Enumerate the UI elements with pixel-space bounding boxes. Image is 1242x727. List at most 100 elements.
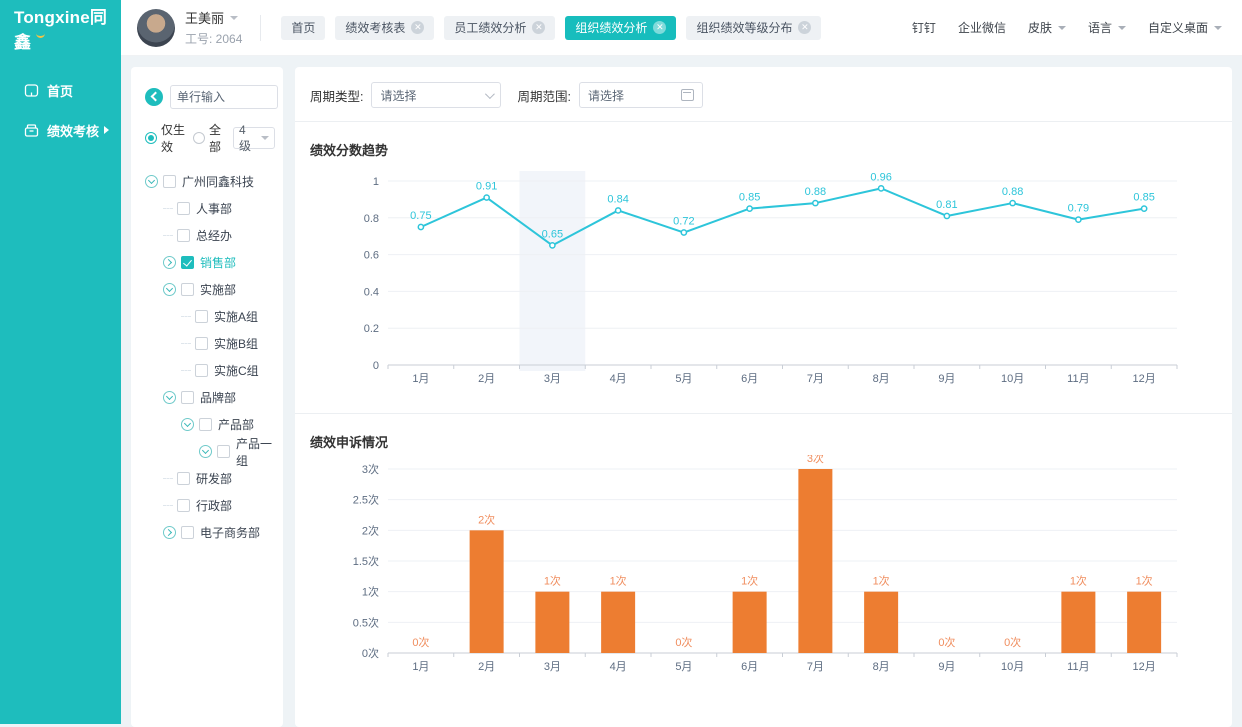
svg-text:10月: 10月 [1001, 661, 1024, 673]
checkbox[interactable] [163, 175, 176, 188]
score-trend-title: 绩效分数趋势 [310, 140, 1212, 159]
checkbox[interactable] [195, 364, 208, 377]
tree-item-label: 实施部 [200, 281, 236, 298]
checkbox[interactable] [177, 229, 190, 242]
tree-item[interactable]: 电子商务部 [131, 522, 283, 543]
user-avatar[interactable] [137, 9, 175, 47]
top-header: 王美丽 工号: 2064 首页 绩效考核表 ✕ 员工绩效分析 ✕ 组织绩效分析 … [121, 0, 1242, 56]
tree-item-selected[interactable]: 销售部 [131, 252, 283, 273]
employee-id: 工号: 2064 [185, 30, 242, 47]
close-icon[interactable]: ✕ [653, 21, 666, 34]
checkbox[interactable] [177, 472, 190, 485]
checkbox[interactable] [181, 526, 194, 539]
tree-item[interactable]: 实施A组 [131, 306, 283, 327]
tree-item[interactable]: 实施B组 [131, 333, 283, 354]
close-icon[interactable]: ✕ [532, 21, 545, 34]
svg-text:12月: 12月 [1133, 661, 1156, 673]
checkbox[interactable] [177, 499, 190, 512]
svg-text:2次: 2次 [362, 523, 379, 537]
tab-label: 员工绩效分析 [454, 19, 526, 36]
user-block[interactable]: 王美丽 工号: 2064 [121, 8, 260, 47]
svg-text:0: 0 [373, 360, 379, 372]
checkbox[interactable] [195, 337, 208, 350]
expand-icon[interactable] [145, 175, 158, 188]
tree-item[interactable]: 行政部 [131, 495, 283, 516]
tree-item[interactable]: 广州同鑫科技 [131, 171, 283, 192]
tree-item[interactable]: 产品部 [131, 414, 283, 435]
expand-icon[interactable] [181, 418, 194, 431]
tree-item-label: 实施C组 [214, 362, 259, 379]
collapse-panel-button[interactable] [145, 88, 163, 106]
svg-text:9月: 9月 [938, 661, 955, 673]
close-icon[interactable]: ✕ [798, 21, 811, 34]
cycle-range-picker[interactable]: 请选择 [579, 82, 703, 108]
action-wecom[interactable]: 企业微信 [958, 19, 1006, 36]
checkbox[interactable] [199, 418, 212, 431]
svg-text:3月: 3月 [544, 373, 561, 385]
action-language[interactable]: 语言 [1088, 19, 1126, 36]
expand-icon[interactable] [163, 283, 176, 296]
svg-text:0次: 0次 [1004, 635, 1021, 649]
tree-item[interactable]: 产品一组 [131, 441, 283, 462]
tree-search-input[interactable] [170, 85, 278, 109]
radio-active-only[interactable] [145, 132, 157, 144]
checkbox[interactable] [181, 391, 194, 404]
svg-text:4月: 4月 [610, 661, 627, 673]
chevron-down-icon [261, 136, 269, 140]
tab-home[interactable]: 首页 [281, 16, 325, 40]
expand-icon[interactable] [163, 256, 176, 269]
checkbox[interactable] [177, 202, 190, 215]
expand-icon[interactable] [163, 526, 176, 539]
svg-text:0.8: 0.8 [364, 213, 379, 225]
tree-item[interactable]: 实施C组 [131, 360, 283, 381]
svg-text:4月: 4月 [610, 373, 627, 385]
radio-label: 全部 [209, 121, 225, 155]
tab-label: 组织绩效分析 [575, 19, 647, 36]
tree-item[interactable]: 总经办 [131, 225, 283, 246]
appeal-bar-chart[interactable]: 0次0.5次1次1.5次2次2.5次3次1月2月3月4月5月6月7月8月9月10… [310, 455, 1210, 690]
tree-item-label: 产品一组 [236, 435, 283, 469]
sidebar-item-home[interactable]: 首页 [0, 70, 121, 110]
close-icon[interactable]: ✕ [411, 21, 424, 34]
expand-icon[interactable] [199, 445, 212, 458]
tab-org-analysis[interactable]: 组织绩效分析 ✕ [565, 16, 676, 40]
sidebar-item-label: 首页 [47, 81, 73, 100]
tree-item[interactable]: 人事部 [131, 198, 283, 219]
svg-text:0.88: 0.88 [1002, 186, 1023, 198]
svg-text:0次: 0次 [412, 635, 429, 649]
tree-item[interactable]: 研发部 [131, 468, 283, 489]
sidebar-item-label: 绩效考核 [47, 121, 99, 140]
radio-all[interactable] [193, 132, 205, 144]
tab-employee-analysis[interactable]: 员工绩效分析 ✕ [444, 16, 555, 40]
action-skin[interactable]: 皮肤 [1028, 19, 1066, 36]
action-dingtalk[interactable]: 钉钉 [912, 19, 936, 36]
svg-text:1次: 1次 [741, 574, 758, 588]
tree-item[interactable]: 实施部 [131, 279, 283, 300]
svg-text:1月: 1月 [412, 661, 429, 673]
svg-text:12月: 12月 [1133, 373, 1156, 385]
svg-text:5月: 5月 [675, 661, 692, 673]
chevron-down-icon [1058, 26, 1066, 30]
org-tree: 广州同鑫科技 人事部 总经办 销售部 实施部 实施A组 [131, 171, 283, 543]
action-custom-desktop[interactable]: 自定义桌面 [1148, 19, 1222, 36]
checkbox[interactable] [217, 445, 230, 458]
level-select[interactable]: 4级 [233, 127, 275, 149]
tab-org-grade-distribution[interactable]: 组织绩效等级分布 ✕ [686, 16, 821, 40]
app-logo[interactable]: Tongxine同鑫 [0, 0, 121, 56]
expand-icon[interactable] [163, 391, 176, 404]
svg-text:0.84: 0.84 [607, 193, 628, 205]
cycle-type-select[interactable]: 请选择 [371, 82, 501, 108]
sidebar-item-performance[interactable]: 绩效考核 [0, 110, 121, 150]
checkbox-checked[interactable] [181, 256, 194, 269]
checkbox[interactable] [195, 310, 208, 323]
tab-assessment-form[interactable]: 绩效考核表 ✕ [335, 16, 434, 40]
tree-item-label: 品牌部 [200, 389, 236, 406]
score-trend-line-chart[interactable]: 00.20.40.60.811月2月3月4月5月6月7月8月9月10月11月12… [310, 163, 1210, 399]
svg-text:1次: 1次 [362, 585, 379, 599]
tree-item[interactable]: 品牌部 [131, 387, 283, 408]
cycle-range-value: 请选择 [588, 87, 624, 104]
tree-item-label: 实施B组 [214, 335, 258, 352]
chevron-down-icon [1214, 26, 1222, 30]
checkbox[interactable] [181, 283, 194, 296]
svg-text:0.5次: 0.5次 [353, 615, 379, 629]
